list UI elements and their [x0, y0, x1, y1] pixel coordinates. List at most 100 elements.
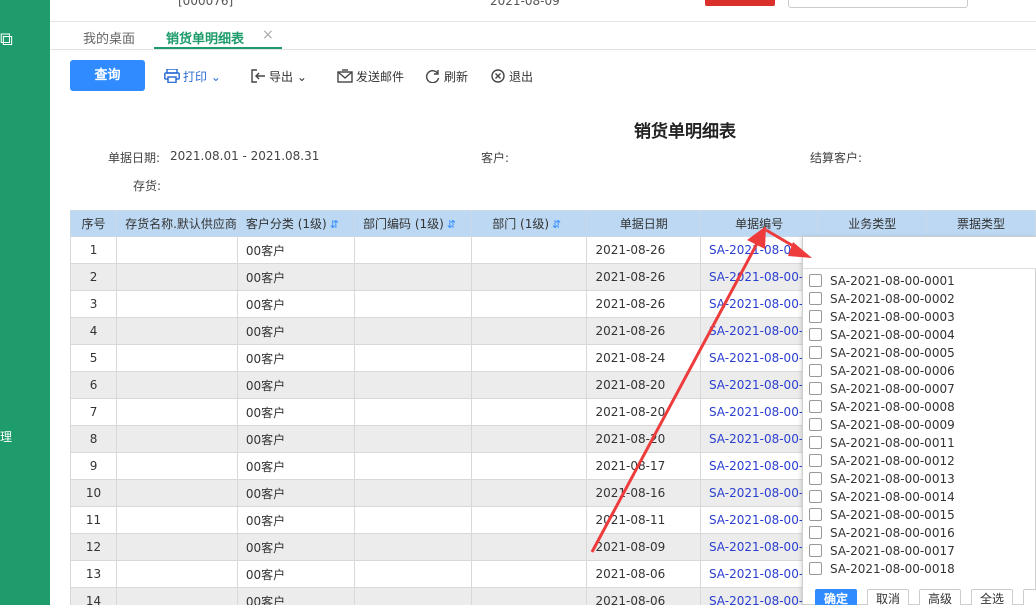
table-cell: SA-2021-08-00- [699, 560, 819, 588]
table-cell: 4 [69, 317, 118, 345]
filter-option[interactable]: SA-2021-08-00-0005 [809, 346, 955, 364]
table-cell: SA-2021-08-00- [699, 587, 819, 605]
table-cell [116, 236, 238, 264]
table-cell: 9 [69, 452, 118, 480]
filter-option[interactable]: SA-2021-08-00-0004 [809, 328, 955, 346]
print-button[interactable]: 打印 ⌄ [164, 68, 221, 85]
checkbox[interactable] [809, 310, 822, 323]
cancel-button[interactable]: 取消 [867, 589, 909, 605]
checkbox[interactable] [809, 544, 822, 557]
filter-option-label: SA-2021-08-00-0012 [830, 454, 955, 468]
checkbox[interactable] [809, 436, 822, 449]
filter-option-label: SA-2021-08-00-0015 [830, 508, 955, 522]
filter-option[interactable]: SA-2021-08-00-0015 [809, 508, 955, 526]
customer-label: 客户: [481, 151, 510, 165]
checkbox[interactable] [809, 364, 822, 377]
date-label: 单据日期: [108, 151, 161, 165]
send-mail-button[interactable]: 发送邮件 [337, 68, 404, 85]
filter-option-label: SA-2021-08-00-0005 [830, 346, 955, 360]
sidebar-item-manage[interactable]: 理 [0, 428, 12, 445]
table-cell: SA-2021-08-00- [699, 317, 819, 345]
sort-icon[interactable]: ⇵ [330, 218, 339, 231]
filter-search-input[interactable] [803, 237, 1036, 269]
checkbox[interactable] [809, 526, 822, 539]
table-cell: SA-2021-08-00- [699, 371, 819, 399]
filter-option[interactable]: SA-2021-08-00-0007 [809, 382, 955, 400]
table-cell: 14 [69, 587, 118, 605]
col-header-doc-number[interactable]: 单据编号 [699, 210, 819, 237]
filter-option[interactable]: SA-2021-08-00-0017 [809, 544, 955, 562]
more-button[interactable] [1023, 589, 1036, 605]
send-mail-label: 发送邮件 [356, 70, 405, 84]
topbar-search-input[interactable] [788, 0, 968, 8]
filter-option[interactable]: SA-2021-08-00-0003 [809, 310, 955, 328]
export-button[interactable]: 导出 ⌄ [250, 68, 307, 85]
table-cell: 12 [69, 533, 118, 561]
table-cell: 11 [69, 506, 118, 534]
stock-label: 存货: [133, 179, 162, 193]
col-header-invoice-type[interactable]: 票据类型 [926, 210, 1036, 237]
filter-option[interactable]: SA-2021-08-00-0018 [809, 562, 955, 580]
tab-desktop[interactable]: 我的桌面 [83, 28, 135, 47]
tab-sales-detail[interactable]: 销货单明细表 [166, 28, 244, 47]
close-circle-icon [491, 69, 505, 83]
date-range-value: 2021.08.01 - 2021.08.31 [170, 149, 320, 163]
query-button[interactable]: 查询 [70, 60, 145, 91]
select-all-button[interactable]: 全选 [971, 589, 1013, 605]
col-header-doc-date[interactable]: 单据日期 [586, 210, 701, 237]
filter-option[interactable]: SA-2021-08-00-0008 [809, 400, 955, 418]
exit-button[interactable]: 退出 [490, 68, 533, 85]
checkbox[interactable] [809, 274, 822, 287]
checkbox[interactable] [809, 562, 822, 575]
checkbox[interactable] [809, 328, 822, 341]
checkbox[interactable] [809, 382, 822, 395]
checkbox[interactable] [809, 490, 822, 503]
refresh-button[interactable]: 刷新 [425, 68, 468, 85]
checkbox[interactable] [809, 346, 822, 359]
filter-option[interactable]: SA-2021-08-00-0001 [809, 274, 955, 292]
col-header-customer-class[interactable]: 客户分类 (1级) ⇵ [236, 210, 356, 237]
table-cell [354, 398, 473, 426]
filter-option[interactable]: SA-2021-08-00-0012 [809, 454, 955, 472]
col-header-index[interactable]: 序号 [69, 210, 118, 237]
checkbox[interactable] [809, 292, 822, 305]
topbar-action-button[interactable] [705, 0, 775, 6]
col-header-business-type[interactable]: 业务类型 [817, 210, 928, 237]
filter-option-label: SA-2021-08-00-0014 [830, 490, 955, 504]
ok-button[interactable]: 确定 [815, 589, 857, 605]
table-cell [471, 344, 588, 372]
table-cell [471, 452, 588, 480]
table-cell: SA-2021-08-00- [699, 263, 819, 291]
filter-option-label: SA-2021-08-00-0004 [830, 328, 955, 342]
filter-option[interactable]: SA-2021-08-00-0002 [809, 292, 955, 310]
close-icon[interactable]: × [262, 27, 274, 43]
checkbox[interactable] [809, 418, 822, 431]
filter-option-label: SA-2021-08-00-0007 [830, 382, 955, 396]
filter-option[interactable]: SA-2021-08-00-0006 [809, 364, 955, 382]
filter-option[interactable]: SA-2021-08-00-0013 [809, 472, 955, 490]
table-cell [116, 344, 238, 372]
sort-icon[interactable]: ⇵ [447, 218, 456, 231]
table-cell: 3 [69, 290, 118, 318]
filter-option[interactable]: SA-2021-08-00-0011 [809, 436, 955, 454]
col-header-stock-name[interactable]: 存货名称.默认供应商 [116, 210, 238, 237]
filter-option[interactable]: SA-2021-08-00-0009 [809, 418, 955, 436]
filter-option[interactable]: SA-2021-08-00-0014 [809, 490, 955, 508]
sort-icon[interactable]: ⇵ [552, 218, 561, 231]
col-header-dept-code[interactable]: 部门编码 (1级) ⇵ [354, 210, 473, 237]
advanced-button[interactable]: 高级 [919, 589, 961, 605]
checkbox[interactable] [809, 454, 822, 467]
table-cell [471, 587, 588, 605]
col-header-dept[interactable]: 部门 (1级) ⇵ [471, 210, 588, 237]
filter-option[interactable]: SA-2021-08-00-0016 [809, 526, 955, 544]
checkbox[interactable] [809, 508, 822, 521]
table-cell: 13 [69, 560, 118, 588]
checkbox[interactable] [809, 472, 822, 485]
table-cell [116, 263, 238, 291]
active-tab-indicator [154, 47, 282, 49]
toolbar: 查询 打印 ⌄ 导出 ⌄ 发送邮件 刷新 退出 [50, 50, 1036, 100]
table-cell [116, 371, 238, 399]
checkbox[interactable] [809, 400, 822, 413]
table-cell: 00客户 [236, 533, 356, 561]
tab-bar: 我的桌面 销货单明细表 × [50, 22, 1036, 50]
